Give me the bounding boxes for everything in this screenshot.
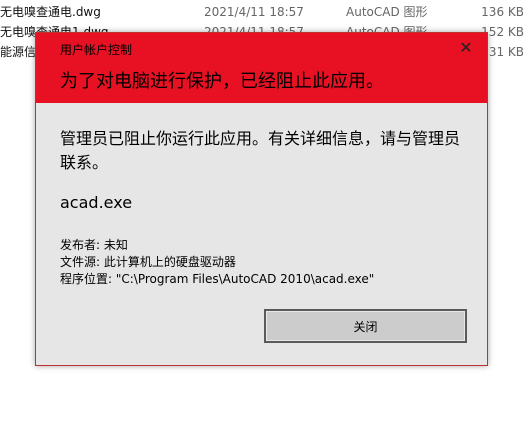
app-name: acad.exe [60,193,133,212]
dialog-header: 用户帐户控制 ✕ 为了对电脑进行保护，已经阻止此应用。 [36,33,487,103]
file-name: 无电嗅查通电.dwg [0,5,101,19]
dialog-title: 用户帐户控制 [60,43,133,57]
file-date: 2021/4/11 18:57 [204,5,304,19]
file-row[interactable]: 无电嗅查通电.dwg 2021/4/11 18:57 AutoCAD 图形 13… [0,2,528,22]
close-button[interactable]: 关闭 [264,309,467,343]
file-name: 能源信 [0,45,37,59]
file-size: 136 KB [481,5,524,19]
close-icon[interactable]: ✕ [457,39,475,57]
file-size: 31 KB [488,45,524,59]
dialog-message: 管理员已阻止你运行此应用。有关详细信息，请与管理员联系。 [60,129,461,172]
uac-dialog: 用户帐户控制 ✕ 为了对电脑进行保护，已经阻止此应用。 管理员已阻止你运行此应用… [35,32,488,366]
file-type: AutoCAD 图形 [346,5,428,19]
publisher-label: 发布者: 未知 [60,238,128,252]
dialog-headline: 为了对电脑进行保护，已经阻止此应用。 [60,71,384,92]
program-location-label: 程序位置: "C:\Program Files\AutoCAD 2010\aca… [60,272,375,286]
file-source-label: 文件源: 此计算机上的硬盘驱动器 [60,255,236,269]
app-details: 发布者: 未知 文件源: 此计算机上的硬盘驱动器 程序位置: "C:\Progr… [60,237,374,288]
